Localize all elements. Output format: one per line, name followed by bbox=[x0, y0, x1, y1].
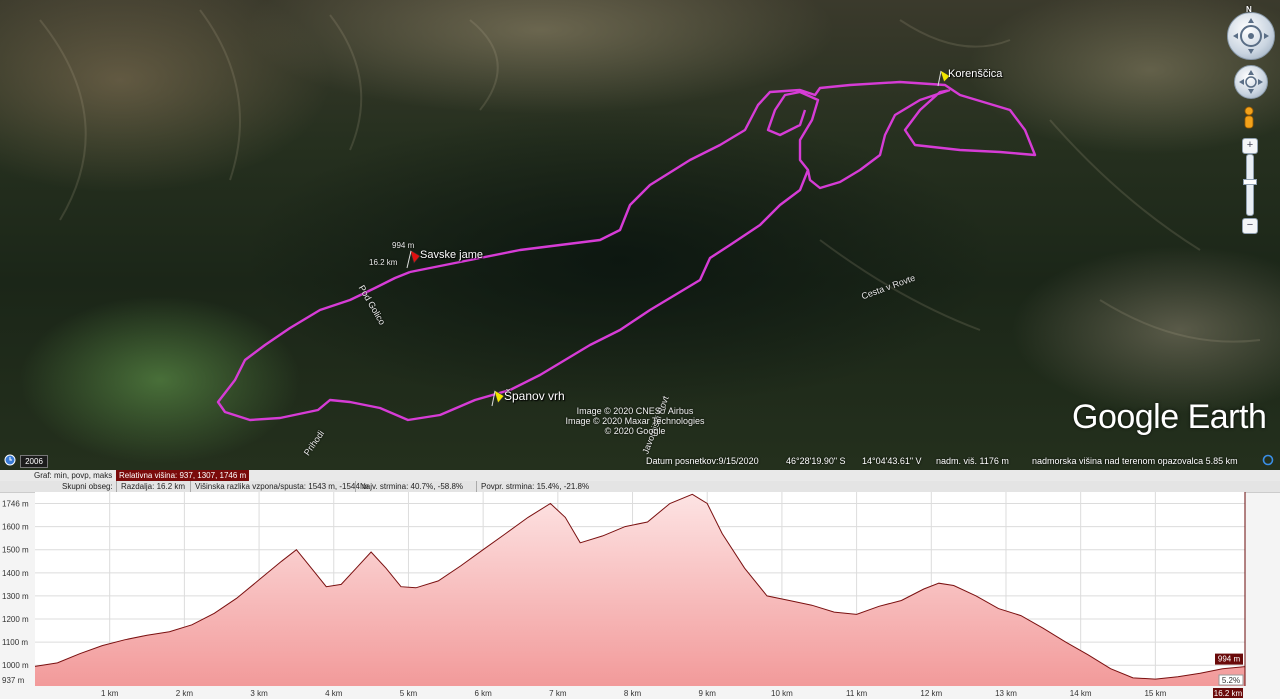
y-tick-label: 1500 m bbox=[2, 546, 29, 555]
compass-north-label: N bbox=[1246, 5, 1252, 14]
y-tick-label: 1400 m bbox=[2, 569, 29, 578]
avg-slope-stat: Povpr. strmina: 15.4%, -21.8% bbox=[476, 481, 589, 492]
x-tick-label: 3 km bbox=[250, 689, 268, 698]
current-distance-text: 16.2 km bbox=[1214, 689, 1243, 698]
graph-mode-label: Graf: min, povp, maks bbox=[34, 471, 113, 480]
distance-stat: Razdalja: 16.2 km bbox=[116, 481, 185, 492]
overall-range-label: Skupni obseg: bbox=[62, 482, 113, 491]
x-tick-label: 12 km bbox=[920, 689, 942, 698]
earth-map-view[interactable]: Korenščica Savske jame Španov vrh 994 m … bbox=[0, 0, 1280, 470]
y-tick-label: 1300 m bbox=[2, 592, 29, 601]
timeline-clock-icon[interactable] bbox=[4, 454, 16, 468]
copyright-line: Image © 2020 CNES / Airbus bbox=[576, 406, 694, 416]
profile-info-row-1: Graf: min, povp, maks Relativna višina: … bbox=[0, 470, 1280, 481]
pin-savske-jame-icon bbox=[406, 249, 421, 269]
elevation-chart[interactable]: 1000 m 1100 m 1200 m 1300 m 1400 m 1500 m 1600… bbox=[0, 492, 1280, 699]
x-tick-label: 13 km bbox=[995, 689, 1017, 698]
gps-track bbox=[216, 80, 1037, 422]
x-tick-label: 4 km bbox=[325, 689, 343, 698]
x-tick-label: 14 km bbox=[1070, 689, 1092, 698]
zoom-in-button[interactable]: + bbox=[1242, 138, 1258, 154]
x-tick-label: 8 km bbox=[624, 689, 642, 698]
streaming-indicator-icon bbox=[1262, 454, 1274, 468]
zoom-slider-track[interactable] bbox=[1243, 154, 1257, 216]
look-joystick-icon[interactable]: N bbox=[1227, 5, 1275, 60]
google-earth-logo: Google Earth bbox=[1072, 398, 1267, 436]
street-view-pegman-icon[interactable] bbox=[1242, 106, 1256, 132]
graph-mode-value[interactable]: Relativna višina: 937, 1307, 1746 m bbox=[116, 470, 250, 481]
max-slope-stat: Najv. strmina: 40.7%, -58.8% bbox=[355, 481, 463, 492]
move-joystick-icon[interactable] bbox=[1234, 65, 1268, 99]
navigation-controls[interactable]: N + − bbox=[1225, 5, 1277, 248]
elevation-diff-stat: Višinska razlika vzpona/spusta: 1543 m, … bbox=[190, 481, 369, 492]
y-tick-label: 1600 m bbox=[2, 523, 29, 532]
zoom-slider-handle[interactable] bbox=[1243, 179, 1257, 185]
x-tick-label: 5 km bbox=[400, 689, 418, 698]
x-tick-label: 15 km bbox=[1144, 689, 1166, 698]
latitude-readout: 46°28'19.90" S bbox=[786, 456, 846, 466]
x-tick-label: 10 km bbox=[771, 689, 793, 698]
place-label-savske-jame: Savske jame bbox=[420, 249, 483, 261]
elevation-readout: nadm. viš. 1176 m bbox=[936, 456, 1009, 466]
copyright-line: © 2020 Google bbox=[604, 426, 666, 436]
x-tick-label: 1 km bbox=[101, 689, 119, 698]
imagery-date: Datum posnetkov:9/15/2020 bbox=[646, 456, 759, 466]
current-elevation-text: 994 m bbox=[1218, 655, 1241, 664]
zoom-out-button[interactable]: − bbox=[1242, 218, 1258, 234]
place-label-spanov-vrh: Španov vrh bbox=[504, 389, 565, 403]
x-tick-label: 2 km bbox=[176, 689, 194, 698]
x-tick-label: 6 km bbox=[474, 689, 492, 698]
marker-distance-label: 16.2 km bbox=[369, 258, 398, 267]
historical-imagery-year[interactable]: 2006 bbox=[20, 455, 48, 468]
imagery-copyright: Image © 2020 CNES / Airbus Image © 2020 … bbox=[560, 406, 710, 436]
y-tick-label: 1200 m bbox=[2, 615, 29, 624]
y-min-label: 937 m bbox=[2, 676, 25, 685]
x-tick-label: 11 km bbox=[846, 689, 868, 698]
y-tick-label: 1746 m bbox=[2, 500, 29, 509]
y-tick-label: 1100 m bbox=[2, 638, 28, 647]
y-tick-label: 1000 m bbox=[2, 661, 29, 670]
eye-altitude-readout: nadmorska višina nad terenom opazovalca … bbox=[1032, 456, 1238, 466]
marker-elevation-label: 994 m bbox=[392, 241, 415, 250]
status-bar: Datum posnetkov:9/15/2020 46°28'19.90" S… bbox=[0, 452, 1280, 470]
elevation-profile-panel[interactable]: Graf: min, povp, maks Relativna višina: … bbox=[0, 470, 1280, 699]
copyright-line: Image © 2020 Maxar Technologies bbox=[565, 416, 705, 426]
longitude-readout: 14°04'43.61" V bbox=[862, 456, 922, 466]
x-tick-label: 7 km bbox=[549, 689, 567, 698]
place-label-korenscica: Korenščica bbox=[948, 68, 1003, 80]
x-tick-label: 9 km bbox=[699, 689, 717, 698]
current-slope-text: 5.2% bbox=[1222, 676, 1240, 685]
